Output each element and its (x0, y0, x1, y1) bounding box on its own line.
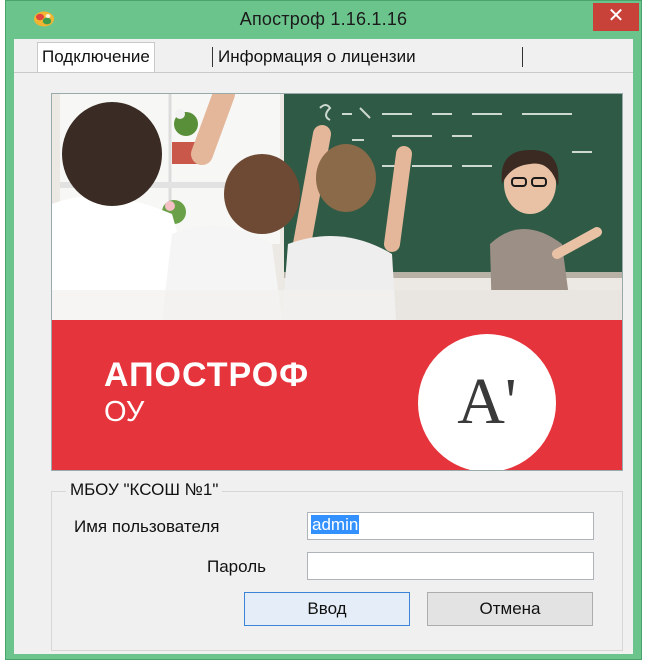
tab-separator (522, 47, 523, 67)
window-title: Апостроф 1.16.1.16 (239, 9, 408, 29)
brand-logo: A' (418, 334, 556, 470)
tab-license-info[interactable]: Информация о лицензии (214, 42, 420, 72)
brand-panel: АПОСТРОФ ОУ A' (52, 320, 622, 470)
username-field[interactable]: admin (307, 512, 594, 540)
tab-connection[interactable]: Подключение (37, 42, 155, 72)
brand-subtitle: ОУ (104, 396, 145, 428)
password-field[interactable] (307, 552, 594, 580)
title-bar[interactable]: Апостроф 1.16.1.16 ✕ (6, 1, 641, 39)
brand-logo-text: A' (457, 365, 517, 438)
login-window: Апостроф 1.16.1.16 ✕ Подключение Информа… (5, 0, 642, 660)
tab-separator (212, 47, 213, 67)
login-button[interactable]: Ввод (244, 592, 410, 626)
login-group: МБОУ "КСОШ №1" Имя пользователя admin Па… (51, 480, 623, 651)
organization-name: МБОУ "КСОШ №1" (66, 480, 223, 500)
tab-bar: Подключение Информация о лицензии (14, 39, 633, 73)
username-value: admin (311, 515, 360, 534)
brand-name: АПОСТРОФ (104, 356, 310, 394)
close-icon: ✕ (607, 5, 625, 27)
classroom-photo (52, 94, 622, 320)
cancel-button[interactable]: Отмена (427, 592, 593, 626)
password-label: Пароль (207, 557, 266, 576)
tab-panel-connection: АПОСТРОФ ОУ A' МБОУ "КСОШ №1" Имя пользо… (14, 72, 633, 654)
client-area: Подключение Информация о лицензии АПОСТР… (14, 39, 633, 654)
product-banner: АПОСТРОФ ОУ A' (51, 93, 623, 471)
close-button[interactable]: ✕ (593, 3, 639, 31)
username-label: Имя пользователя (74, 517, 220, 536)
